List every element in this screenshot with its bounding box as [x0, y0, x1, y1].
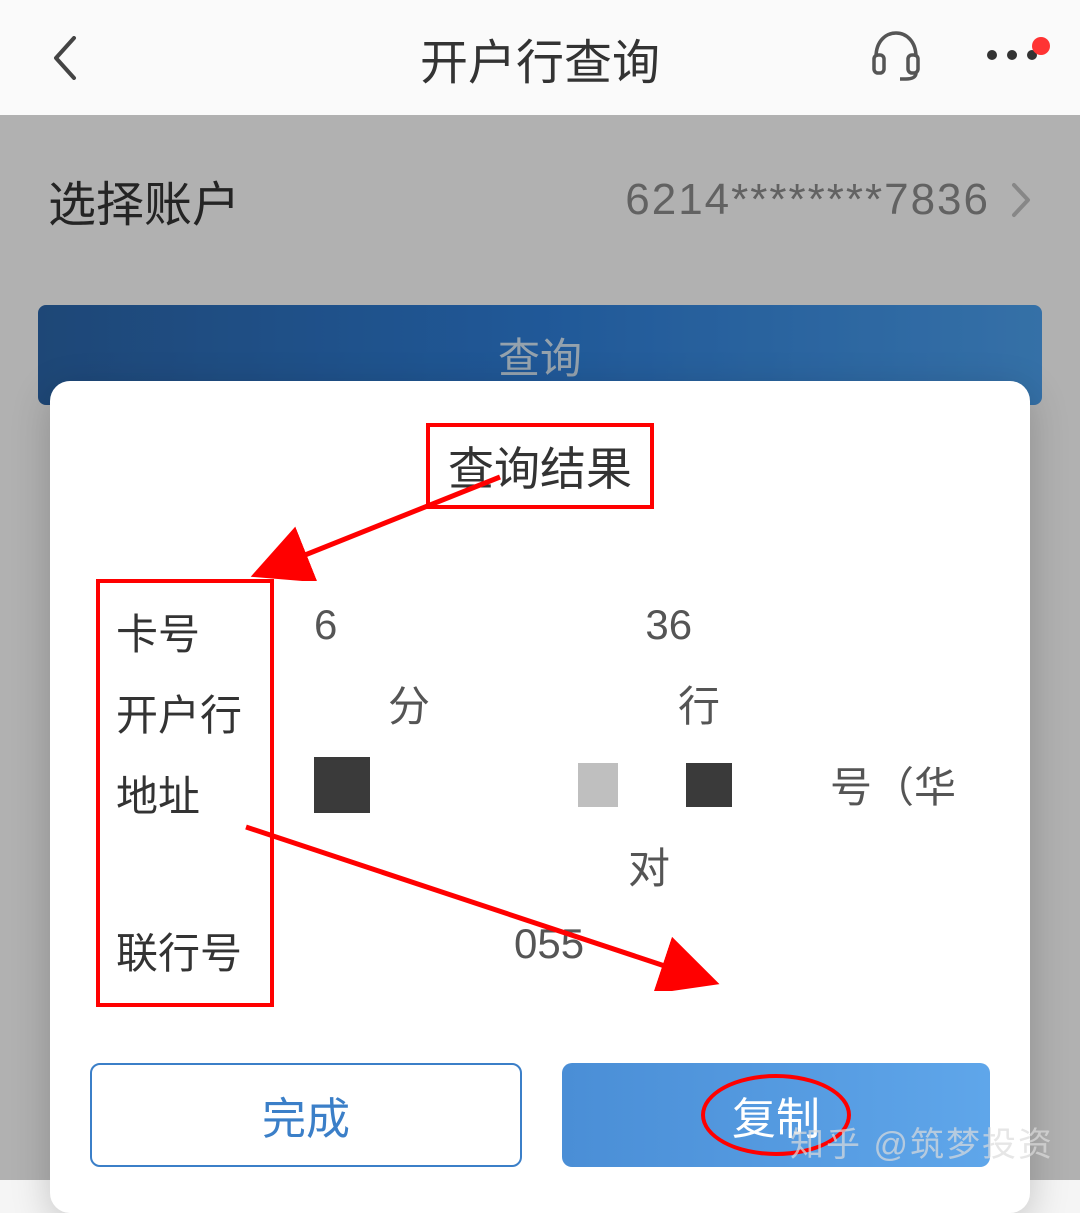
page-title: 开户行查询	[420, 23, 660, 93]
redaction-block	[686, 763, 732, 807]
result-values: 6 36 分 行 号（华	[314, 579, 984, 1007]
label-cnaps: 联行号	[116, 920, 254, 981]
header-actions	[868, 27, 1040, 88]
redaction-block	[314, 757, 370, 813]
value-card-no: 6 36	[314, 597, 984, 653]
modal-title: 查询结果	[426, 423, 654, 509]
value-address-line2: 对	[314, 835, 984, 896]
notification-badge	[1032, 37, 1050, 55]
header: 开户行查询	[0, 0, 1080, 115]
watermark: 知乎 @筑梦投资	[790, 1117, 1054, 1166]
back-button[interactable]	[40, 33, 90, 83]
result-labels: 卡号 开户行 地址 联行号	[96, 579, 274, 1007]
result-details: 卡号 开户行 地址 联行号 6 36 分 行	[90, 579, 990, 1007]
complete-button-label: 完成	[262, 1083, 350, 1147]
page-body: 选择账户 6214********7836 查询 查询结果 卡号 开户行 地址 …	[0, 115, 1080, 1180]
more-icon	[984, 47, 1040, 63]
complete-button[interactable]: 完成	[90, 1063, 522, 1167]
headset-button[interactable]	[868, 27, 924, 88]
value-address-line1: 号（华	[314, 754, 984, 815]
value-cnaps: 055	[314, 916, 984, 972]
result-modal: 查询结果 卡号 开户行 地址 联行号 6 36 分 行	[50, 381, 1030, 1213]
redaction-block	[578, 763, 618, 807]
label-address: 地址	[116, 763, 254, 824]
headset-icon	[868, 27, 924, 83]
label-card-no: 卡号	[116, 601, 254, 662]
value-branch: 分 行	[314, 673, 984, 734]
label-branch: 开户行	[116, 682, 254, 743]
more-button[interactable]	[984, 47, 1040, 68]
chevron-left-icon	[52, 36, 78, 80]
